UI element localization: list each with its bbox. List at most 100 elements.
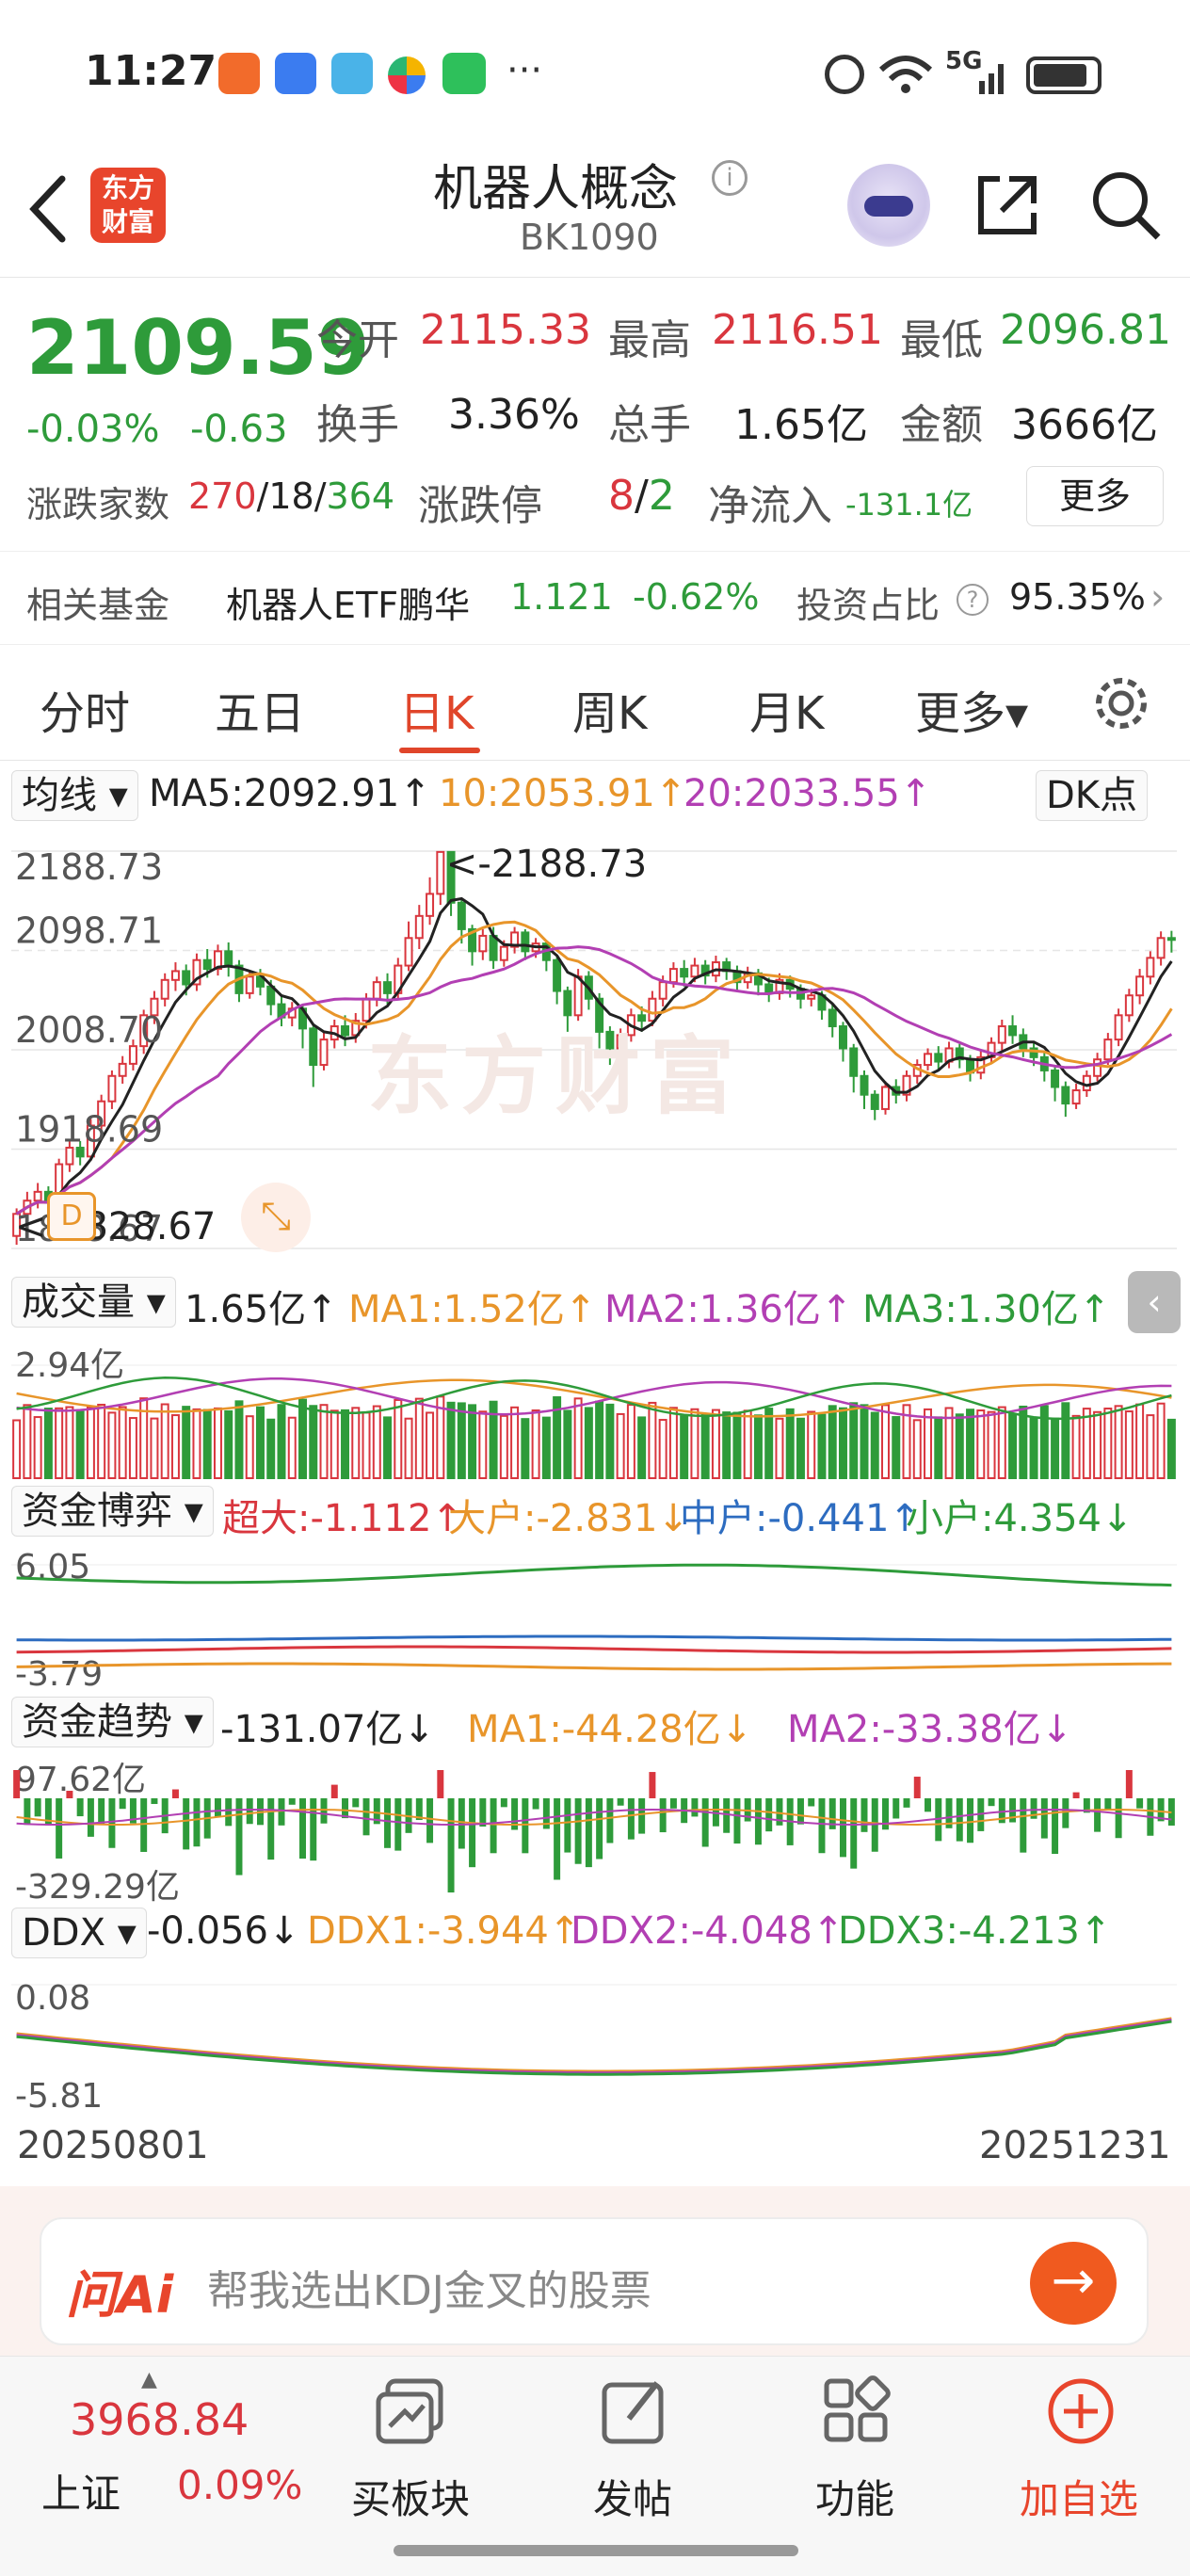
volume-bar: [33, 1416, 42, 1479]
volume-bar: [277, 1404, 286, 1479]
help-icon[interactable]: ?: [957, 584, 989, 616]
price-level-label: 2188.73: [15, 846, 163, 888]
volume-bar: [722, 1411, 732, 1479]
volume-bar: [1156, 1402, 1166, 1479]
capital-trend-bar: [669, 1798, 677, 1809]
volume-bar: [245, 1415, 254, 1479]
ratio-label: 投资占比: [796, 585, 941, 626]
volume-bar: [150, 1417, 159, 1480]
index-pct[interactable]: 0.09%: [177, 2462, 302, 2508]
candle-body: [414, 914, 424, 940]
capital-trend-bar: [479, 1798, 487, 1827]
volume-bar: [924, 1408, 933, 1479]
arrow-right-icon[interactable]: →: [1030, 2242, 1117, 2325]
tab-daily-k[interactable]: 日K: [399, 676, 474, 742]
volume-bar: [86, 1406, 95, 1479]
volume-chart[interactable]: 2.94亿: [11, 1337, 1177, 1480]
buy-sector-button[interactable]: 买板块: [316, 2468, 505, 2525]
related-fund-bar[interactable]: 相关基金 机器人ETF鹏华 1.121 -0.62% 投资占比 ? 95.35%…: [0, 551, 1190, 645]
volume-bar: [690, 1408, 700, 1479]
candle-body: [1135, 975, 1145, 997]
volume-ma1: MA1:1.52亿↑: [348, 1288, 597, 1331]
volume-bar: [1008, 1413, 1018, 1479]
capital-trend-bar: [564, 1798, 571, 1853]
capital-trend-bar: [108, 1798, 116, 1848]
volume-bar: [1135, 1403, 1145, 1479]
volume-bar: [75, 1410, 85, 1479]
capital-trend-bar: [818, 1798, 826, 1854]
ddx2-value: DDX2:-4.048↑: [571, 1909, 844, 1953]
capital-trend-bar: [585, 1798, 592, 1868]
search-icon[interactable]: [1088, 168, 1164, 243]
candle-body: [860, 1074, 869, 1096]
index-name[interactable]: 上证: [41, 2462, 121, 2520]
candle-body: [426, 893, 435, 917]
tab-intraday[interactable]: 分时: [40, 676, 130, 742]
ddx-selector[interactable]: DDX ▾: [11, 1908, 147, 1958]
volume-bar: [1146, 1414, 1155, 1479]
functions-button[interactable]: 功能: [761, 2468, 949, 2525]
capital-game-selector[interactable]: 资金博弈 ▾: [11, 1486, 214, 1537]
tab-five-day[interactable]: 五日: [215, 676, 305, 742]
capital-game-line: [16, 1645, 1172, 1654]
capital-trend-bar: [659, 1798, 667, 1833]
capital-trend-bar: [171, 1789, 179, 1798]
ddx3-value: DDX3:-4.213↑: [838, 1909, 1112, 1953]
ai-assistant-avatar[interactable]: [847, 164, 930, 247]
collapse-panel-icon[interactable]: ‹: [1128, 1271, 1181, 1333]
alarm-icon: [825, 55, 864, 94]
volume-bar: [234, 1400, 244, 1479]
functions-icon[interactable]: [817, 2372, 896, 2451]
ai-search-bar[interactable]: 问Ai 帮我选出KDJ金叉的股票 →: [40, 2217, 1149, 2345]
capital-trend-chart[interactable]: 97.62亿 -329.29亿: [11, 1757, 1177, 1902]
volume-bar: [213, 1407, 222, 1479]
buy-sector-icon[interactable]: [371, 2372, 450, 2451]
info-icon[interactable]: i: [712, 160, 748, 196]
add-watchlist-button[interactable]: 加自选: [985, 2468, 1173, 2525]
capital-trend-selector[interactable]: 资金趋势 ▾: [11, 1697, 214, 1747]
ddx1-value: DDX1:-3.944↑: [307, 1909, 581, 1953]
ddx-chart[interactable]: 0.08 -5.81: [11, 1968, 1177, 2113]
back-icon[interactable]: [26, 173, 70, 245]
dk-point-toggle[interactable]: DK点: [1036, 770, 1149, 821]
expand-icon[interactable]: ⤡: [241, 1183, 311, 1252]
index-value[interactable]: 3968.84: [70, 2394, 249, 2445]
updown-label: 涨跌家数: [26, 484, 170, 525]
volume-value-label: 1.65亿↑: [185, 1288, 338, 1331]
candle-body: [764, 983, 774, 994]
volume-bar: [987, 1410, 996, 1479]
post-icon[interactable]: [595, 2372, 674, 2451]
capital-game-chart[interactable]: 6.05-3.79: [11, 1544, 1177, 1689]
volume-bar: [192, 1408, 201, 1479]
capital-trend-bar: [925, 1798, 932, 1812]
volume-bar: [764, 1408, 774, 1479]
volume-bar: [118, 1406, 127, 1479]
tab-more[interactable]: 更多▾: [915, 676, 1028, 742]
capital-trend-bar: [500, 1798, 507, 1808]
volume-bar: [298, 1398, 307, 1479]
capital-trend-bar: [967, 1798, 974, 1843]
post-button[interactable]: 发帖: [539, 2468, 727, 2525]
volume-bar: [955, 1413, 964, 1479]
tab-monthly-k[interactable]: 月K: [749, 676, 824, 742]
capital-trend-bar: [723, 1798, 731, 1833]
capital-trend-bottom-label: -329.29亿: [15, 1868, 180, 1902]
volume-selector[interactable]: 成交量 ▾: [11, 1277, 176, 1328]
capital-game-line: [16, 1563, 1172, 1587]
d-signal-icon[interactable]: D: [47, 1192, 96, 1241]
volume-bar: [255, 1406, 265, 1479]
high-label: 最高: [608, 316, 691, 364]
volume-bar: [668, 1407, 678, 1479]
volume-bar: [573, 1397, 583, 1479]
ma-selector[interactable]: 均线 ▾: [11, 770, 138, 821]
updown-counts: 270/18/364: [188, 475, 395, 517]
ai-query-text: 帮我选出KDJ金叉的股票: [207, 2267, 651, 2315]
capital-trend-bar: [617, 1798, 624, 1806]
more-button[interactable]: 更多: [1026, 466, 1164, 526]
share-icon[interactable]: [972, 169, 1043, 241]
settings-gear-icon[interactable]: [1092, 674, 1150, 733]
candle-body: [224, 950, 233, 967]
tab-weekly-k[interactable]: 周K: [572, 676, 647, 742]
add-watchlist-icon[interactable]: [1041, 2372, 1120, 2451]
volume-bar: [934, 1416, 943, 1479]
